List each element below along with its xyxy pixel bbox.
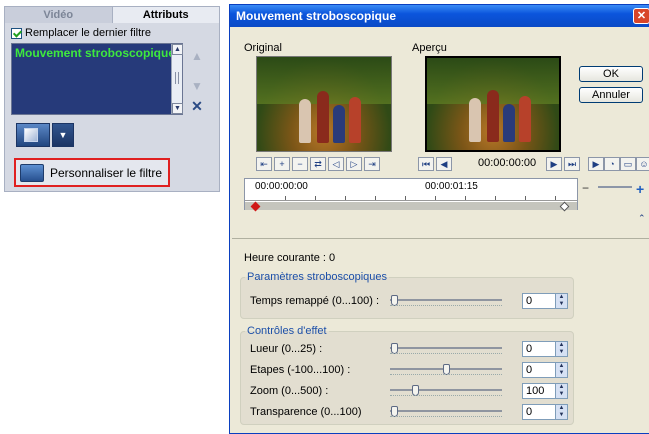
spin-arrows-icon[interactable]: ▲ ▼ — [555, 294, 567, 308]
cancel-button[interactable]: Annuler — [579, 87, 643, 103]
effect-controls-title: Contrôles d'effet — [247, 325, 327, 337]
param-label: Zoom (0...500) : — [250, 385, 329, 397]
applied-filter-list[interactable]: Mouvement stroboscopique — [11, 43, 183, 115]
preset-button[interactable] — [16, 123, 50, 147]
tab-attributes[interactable]: Attributs — [112, 7, 219, 23]
timeline-zoom-slider[interactable] — [598, 186, 632, 188]
customize-filter-icon — [20, 163, 44, 182]
strobe-params-title: Paramètres stroboscopiques — [247, 271, 388, 283]
param-value: 0 — [526, 295, 533, 307]
spin-arrows-icon[interactable]: ▲ ▼ — [555, 363, 567, 377]
move-filter-down-icon[interactable]: ▼ — [189, 79, 205, 93]
param-slider-ticks — [390, 416, 502, 419]
timeline-start-time: 00:00:00:00 — [255, 181, 308, 192]
param-slider-ticks — [390, 305, 502, 308]
original-video-frame — [256, 56, 392, 152]
param-value-spinbox[interactable]: 0 ▲ ▼ — [522, 362, 568, 378]
remove-keyframe-icon[interactable]: − — [292, 157, 308, 171]
customize-filter-label: Personnaliser le filtre — [50, 165, 163, 180]
param-slider-ticks — [390, 374, 502, 377]
add-keyframe-icon[interactable]: + — [274, 157, 290, 171]
spin-arrows-icon[interactable]: ▲ ▼ — [555, 405, 567, 419]
scroll-down-icon[interactable]: ▼ — [172, 103, 183, 114]
next-keyframe-icon[interactable]: ▷ — [346, 157, 362, 171]
param-slider-ticks — [390, 353, 502, 356]
param-label: Lueur (0...25) : — [250, 343, 323, 355]
step-back-icon[interactable]: ◀ — [436, 157, 452, 171]
param-label: Temps remappé (0...100) : — [250, 295, 380, 307]
param-value-spinbox[interactable]: 100 ▲ ▼ — [522, 383, 568, 399]
play-icon[interactable]: ▶ — [588, 157, 604, 171]
replace-last-filter-label: Remplacer le dernier filtre — [25, 27, 151, 39]
scroll-up-icon[interactable]: ▲ — [172, 44, 183, 55]
param-value-spinbox[interactable]: 0 ▲ ▼ — [522, 404, 568, 420]
collapse-icon[interactable]: ⌃ — [638, 213, 646, 224]
param-slider[interactable] — [390, 385, 502, 396]
original-label: Original — [244, 42, 282, 54]
preview-device-icon[interactable]: ▭ — [620, 157, 636, 171]
tab-video[interactable]: Vidéo — [5, 7, 113, 23]
param-value: 0 — [526, 364, 533, 376]
param-slider[interactable] — [390, 295, 502, 306]
timeline-ruler — [245, 193, 577, 201]
scroll-thumb[interactable] — [175, 72, 179, 84]
replace-last-filter-checkbox[interactable] — [11, 27, 22, 39]
strobe-dialog: Mouvement stroboscopique ✕ Original Aper… — [229, 4, 649, 434]
spin-arrows-icon[interactable]: ▲ ▼ — [555, 342, 567, 356]
param-slider[interactable] — [390, 406, 502, 417]
preset-dropdown-arrow-icon[interactable]: ▼ — [52, 123, 74, 147]
delete-filter-icon[interactable]: ✕ — [189, 99, 205, 113]
param-value: 100 — [526, 385, 545, 397]
zoom-out-icon[interactable]: − — [582, 181, 589, 195]
go-first-keyframe-icon[interactable]: ⇤ — [256, 157, 272, 171]
preset-cube-icon — [24, 128, 38, 142]
keyframe-timeline[interactable]: 00:00:00:00 00:00:01:15 — [244, 178, 578, 212]
param-label: Transparence (0...100) — [250, 406, 362, 418]
filter-list-scrollbar[interactable]: ▲ ▼ — [171, 44, 183, 114]
timeline-mid-time: 00:00:01:15 — [425, 181, 478, 192]
go-end-icon[interactable]: ⏭ — [564, 157, 580, 171]
timecode-display: 00:00:00:00 — [478, 157, 537, 169]
ok-button[interactable]: OK — [579, 66, 643, 82]
param-value-spinbox[interactable]: 0 ▲ ▼ — [522, 341, 568, 357]
param-label: Etapes (-100...100) : — [250, 364, 351, 376]
go-last-keyframe-icon[interactable]: ⇥ — [364, 157, 380, 171]
move-filter-up-icon[interactable]: ▲ — [189, 49, 205, 63]
timeline-track[interactable] — [245, 202, 577, 210]
param-row: Zoom (0...500) : 100 ▲ ▼ — [250, 383, 574, 401]
param-value: 0 — [526, 406, 533, 418]
filter-list-item[interactable]: Mouvement stroboscopique — [12, 44, 182, 62]
param-value: 0 — [526, 343, 533, 355]
close-icon[interactable]: ✕ — [633, 8, 649, 24]
go-start-icon[interactable]: ⏮ — [418, 157, 434, 171]
replace-last-filter-row[interactable]: Remplacer le dernier filtre — [11, 27, 151, 39]
step-forward-icon[interactable]: ▶ — [546, 157, 562, 171]
param-row: Temps remappé (0...100) : 0 ▲ ▼ — [250, 293, 574, 311]
preview-label: Aperçu — [412, 42, 447, 54]
reverse-keyframe-icon[interactable]: ⇄ — [310, 157, 326, 171]
param-row: Lueur (0...25) : 0 ▲ ▼ — [250, 341, 574, 359]
preview-settings-icon[interactable]: ◔ — [604, 157, 620, 171]
zoom-in-icon[interactable]: + — [636, 181, 644, 197]
dialog-title: Mouvement stroboscopique — [236, 9, 397, 23]
panel-tabs: Vidéo Attributs — [5, 7, 219, 23]
filter-panel: Vidéo Attributs Remplacer le dernier fil… — [4, 6, 220, 192]
param-slider[interactable] — [390, 343, 502, 354]
customize-filter-button[interactable]: Personnaliser le filtre — [14, 158, 170, 187]
prev-keyframe-icon[interactable]: ◁ — [328, 157, 344, 171]
param-row: Etapes (-100...100) : 0 ▲ ▼ — [250, 362, 574, 380]
spin-arrows-icon[interactable]: ▲ ▼ — [555, 384, 567, 398]
dialog-titlebar[interactable]: Mouvement stroboscopique ✕ — [230, 5, 649, 27]
param-value-spinbox[interactable]: 0 ▲ ▼ — [522, 293, 568, 309]
param-row: Transparence (0...100) 0 ▲ ▼ — [250, 404, 574, 422]
param-slider[interactable] — [390, 364, 502, 375]
param-slider-ticks — [390, 395, 502, 398]
divider — [232, 238, 649, 239]
current-time-label: Heure courante : 0 — [244, 252, 336, 264]
help-icon[interactable]: ☺ — [636, 157, 649, 171]
preview-video-frame — [425, 56, 561, 152]
